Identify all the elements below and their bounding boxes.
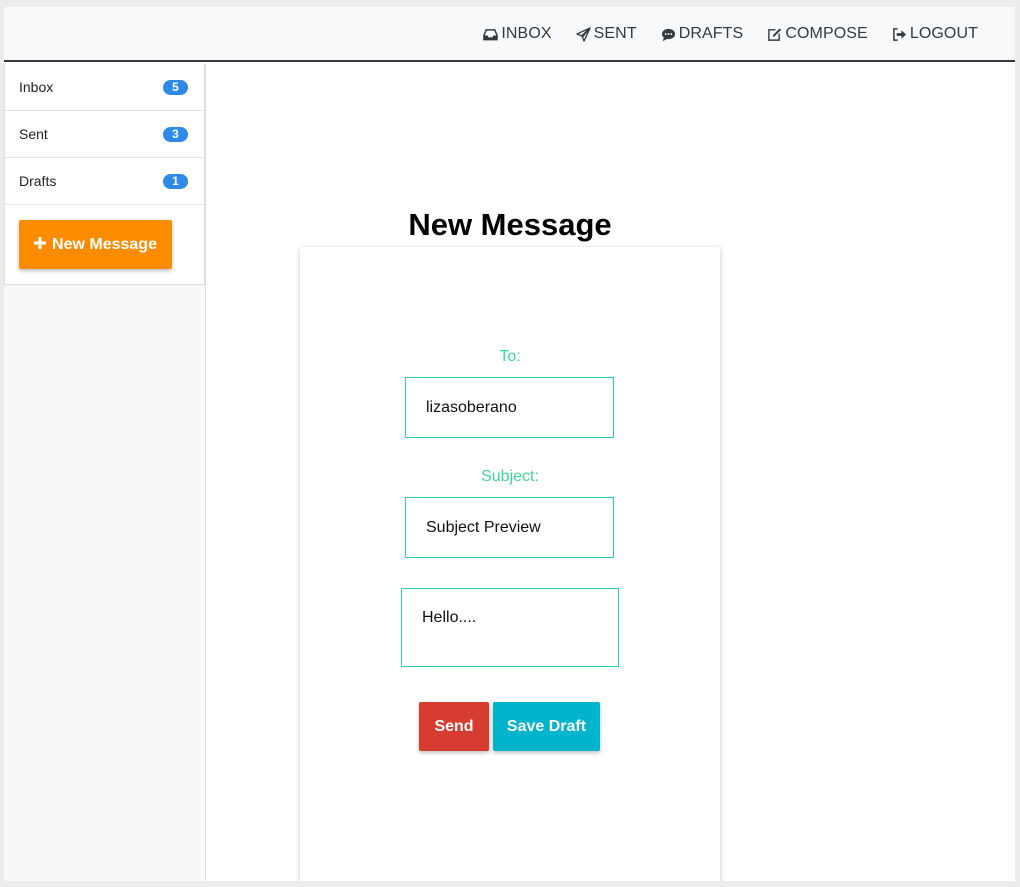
page-title: New Message	[408, 207, 612, 242]
sidebar-item-label: Inbox	[19, 79, 54, 95]
nav-logout[interactable]: LOGOUT	[892, 25, 978, 43]
nav-logout-label: LOGOUT	[909, 25, 978, 42]
compose-card: To: Subject: Hello.... Send Save Draft	[300, 247, 720, 881]
save-draft-button[interactable]: Save Draft	[493, 702, 600, 751]
nav-links: INBOX SENT DRAFTS COMPOSE LOGOUT	[483, 25, 978, 43]
subject-label: Subject:	[481, 468, 539, 485]
nav-compose-label: COMPOSE	[785, 25, 868, 42]
app-window: INBOX SENT DRAFTS COMPOSE LOGOUT Inbox 5…	[4, 7, 1015, 881]
inbox-icon	[483, 27, 499, 42]
sidebar-item-label: Drafts	[19, 173, 57, 189]
nav-compose[interactable]: COMPOSE	[767, 25, 868, 43]
count-badge: 3	[163, 126, 188, 142]
count-badge: 5	[163, 79, 188, 95]
nav-sent-label: SENT	[593, 25, 637, 42]
plus-icon	[34, 236, 47, 254]
message-body-textarea[interactable]: Hello....	[401, 588, 619, 667]
to-label: To:	[499, 348, 521, 365]
sidebar-panel: Inbox 5 Sent 3 Drafts 1 New Message	[4, 64, 205, 285]
nav-drafts[interactable]: DRAFTS	[661, 25, 744, 43]
top-navbar: INBOX SENT DRAFTS COMPOSE LOGOUT	[4, 7, 1015, 62]
sidebar-item-label: Sent	[19, 126, 48, 142]
nav-drafts-label: DRAFTS	[678, 25, 744, 42]
nav-sent[interactable]: SENT	[575, 25, 637, 43]
nav-inbox-label: INBOX	[501, 25, 552, 42]
new-message-label: New Message	[52, 235, 157, 253]
comment-icon	[661, 27, 676, 42]
new-message-button[interactable]: New Message	[19, 220, 172, 269]
sign-out-icon	[892, 27, 907, 42]
edit-icon	[767, 27, 782, 42]
sidebar: Inbox 5 Sent 3 Drafts 1 New Message	[4, 64, 206, 881]
new-message-container: New Message	[5, 205, 204, 284]
subject-field[interactable]	[405, 497, 614, 558]
count-badge: 1	[163, 173, 188, 189]
sidebar-item-sent[interactable]: Sent 3	[5, 111, 204, 158]
sidebar-item-drafts[interactable]: Drafts 1	[5, 158, 204, 205]
paper-plane-icon	[575, 26, 591, 42]
to-field[interactable]	[405, 377, 614, 438]
nav-inbox[interactable]: INBOX	[483, 25, 552, 43]
send-button[interactable]: Send	[419, 702, 489, 751]
sidebar-item-inbox[interactable]: Inbox 5	[5, 64, 204, 111]
